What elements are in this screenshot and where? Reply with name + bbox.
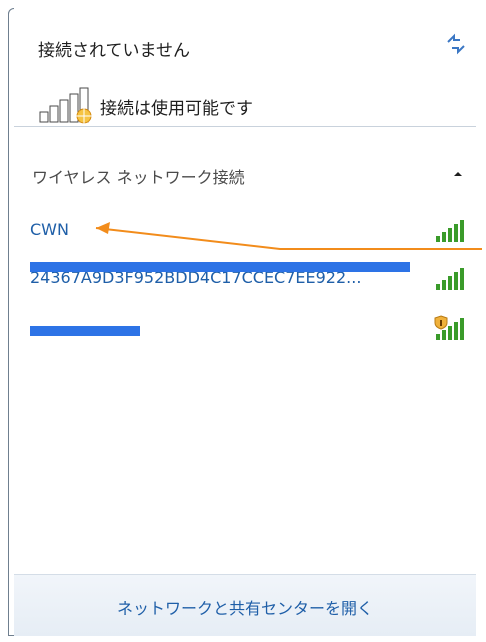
redaction-bar: [30, 262, 410, 272]
network-name: CWN: [30, 220, 69, 239]
wifi-signal-icon: [436, 220, 464, 242]
network-item-secured[interactable]: [14, 312, 476, 352]
network-available-icon: [39, 87, 92, 124]
network-panel: 接続されていません 接続は使用可能です ワイヤレス ネットワーク接続 CWN 2…: [14, 8, 476, 636]
network-item-cwn[interactable]: CWN: [14, 214, 476, 254]
connection-available-text: 接続は使用可能です: [100, 98, 253, 119]
header-divider: [14, 126, 476, 127]
connection-header: 接続されていません 接続は使用可能です: [14, 8, 476, 126]
wireless-section-title: ワイヤレス ネットワーク接続: [32, 168, 245, 187]
chevron-up-icon[interactable]: [452, 168, 464, 180]
connection-status-title: 接続されていません: [38, 41, 190, 61]
wifi-signal-secured-icon: [434, 315, 464, 340]
redaction-bar: [30, 326, 140, 336]
open-network-sharing-center-link[interactable]: ネットワークと共有センターを開く: [14, 595, 476, 619]
connection-available-row: 接続は使用可能です: [38, 86, 253, 126]
refresh-icon[interactable]: [444, 32, 468, 56]
wifi-signal-icon: [436, 268, 464, 290]
footer: ネットワークと共有センターを開く: [14, 574, 476, 636]
network-item-hex[interactable]: 24367A9D3F952BDD4C17CCEC7EE922...: [14, 262, 476, 302]
